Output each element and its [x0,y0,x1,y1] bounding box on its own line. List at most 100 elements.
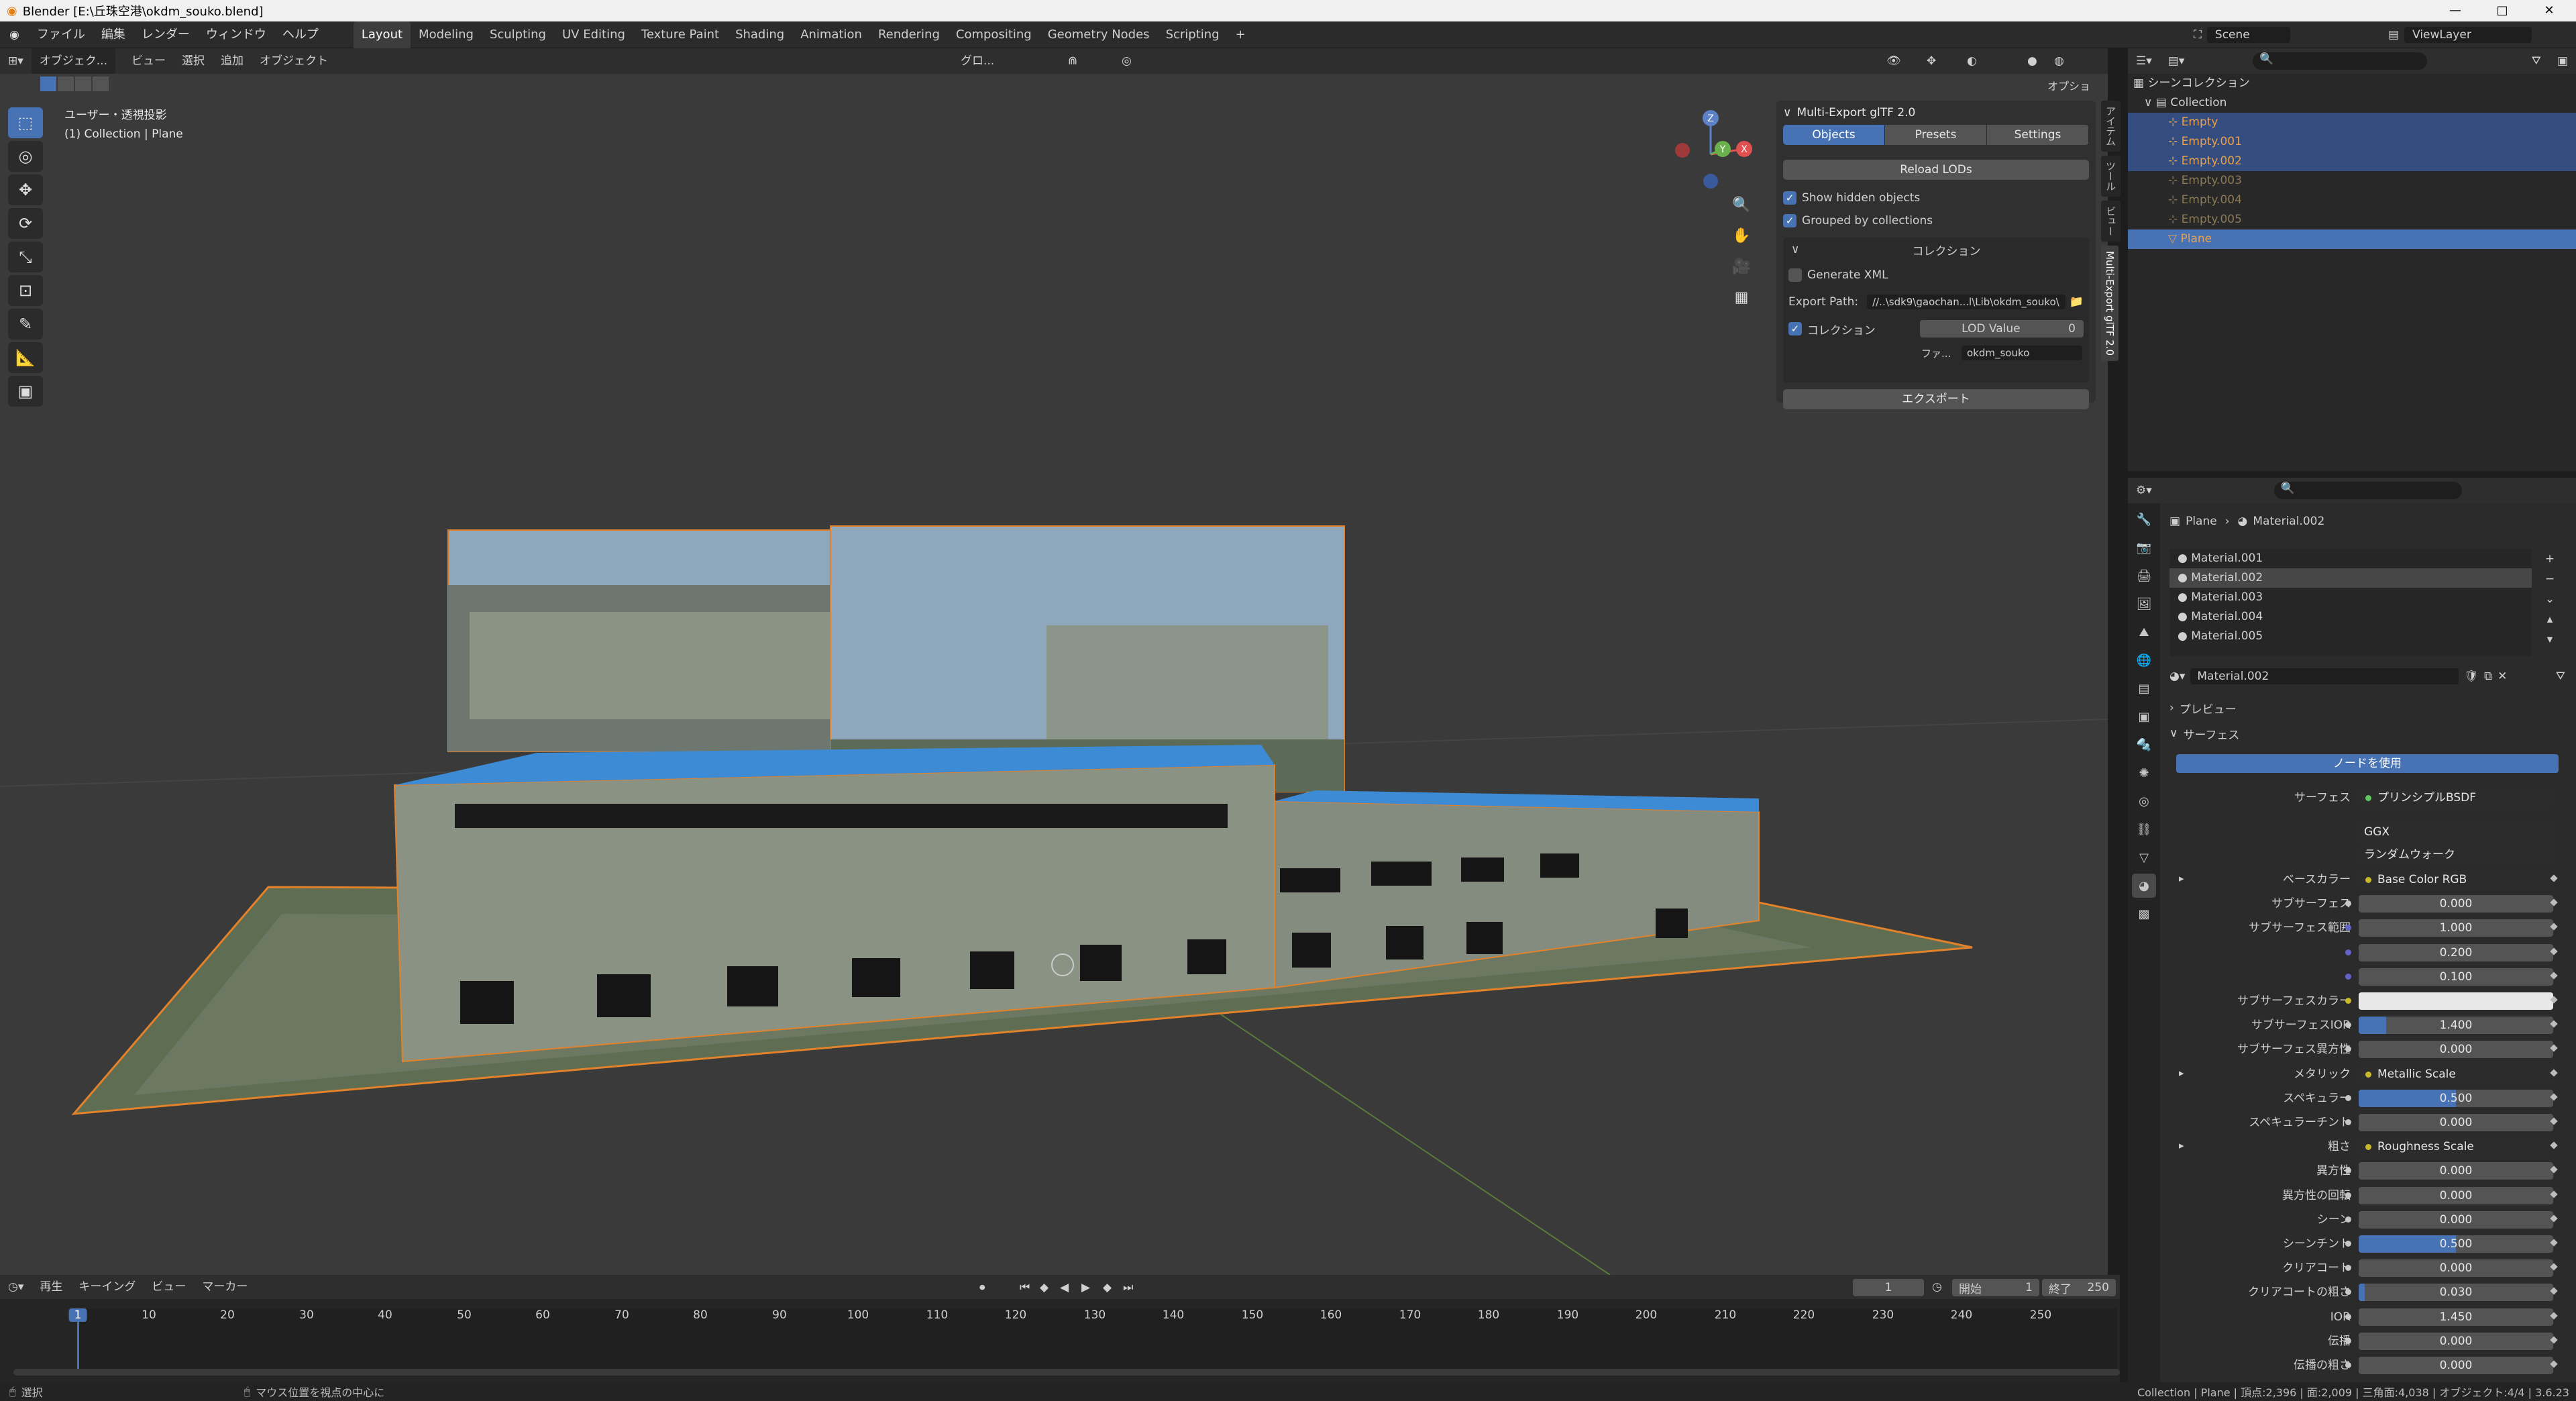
surface-panel-header[interactable]: ∨ サーフェス [2169,723,2239,743]
tab-uv-editing[interactable]: UV Editing [554,21,633,48]
scale-tool-icon[interactable]: ⤡ [8,242,43,272]
bsdf-input-field[interactable]: 0.000 [2359,895,2553,913]
collection-check-icon[interactable]: ✓ [1788,322,1802,335]
physics-tab-icon[interactable]: ◎ [2132,789,2156,813]
end-frame-field[interactable]: 終了 250 [2042,1279,2116,1296]
output-tab-icon[interactable]: 🖨 [2132,564,2156,588]
menu-window[interactable]: ウィンドウ [198,21,274,48]
bsdf-input-field[interactable]: 0.000 [2359,1357,2553,1374]
panel-collapse-icon[interactable]: ∨ [1783,106,1791,119]
bsdf-input-field[interactable]: 1.450 [2359,1308,2553,1326]
material-slot[interactable]: ● Material.001 [2169,549,2532,568]
cursor-tool-icon[interactable]: ◎ [8,141,43,172]
gizmo-toggle-icon[interactable]: ✥ [1919,48,1944,74]
bsdf-input-field[interactable]: 0.000 [2359,1114,2553,1131]
expand-arrow-icon[interactable]: ▸ [2179,1067,2184,1079]
tab-layout[interactable]: Layout [353,21,411,48]
file-name-field[interactable]: okdm_souko [1962,346,2082,360]
subsurface-method-dropdown[interactable]: ランダムウォーク [2359,846,2553,864]
export-path-field[interactable]: //..\sdk9\gaochan...l\Lib\okdm_souko\ [1867,295,2065,309]
collection-tab-icon[interactable]: ▤ [2132,676,2156,701]
outliner-item[interactable]: ⊹ Empty.002 [2128,152,2576,171]
viewlayer-selector[interactable]: ▤ ViewLayer [2388,21,2532,48]
shading-material-icon[interactable]: ◍ [2046,48,2072,74]
gizmo-z[interactable]: Z [1707,113,1714,124]
data-tab-icon[interactable]: ▽ [2132,845,2156,870]
socket-icon[interactable] [2345,974,2351,980]
bsdf-input-field[interactable]: 0.000 [2359,1211,2553,1229]
socket-icon[interactable] [2345,1338,2351,1344]
outliner-item[interactable]: ⊹ Empty [2128,113,2576,132]
tab-rendering[interactable]: Rendering [870,21,948,48]
move-tool-icon[interactable]: ✥ [8,174,43,205]
bsdf-input-field[interactable]: 0.000 [2359,1187,2553,1204]
filter-icon[interactable]: ⛛ [2524,48,2549,74]
outliner-item[interactable]: ⊹ Empty.001 [2128,132,2576,152]
grouped-checkbox[interactable]: ✓ Grouped by collections [1776,209,2096,232]
editor-type-icon[interactable]: ⊞▾ [0,48,32,74]
tab-texture-paint[interactable]: Texture Paint [633,21,727,48]
menu-keying[interactable]: キーイング [70,1274,144,1300]
rotate-tool-icon[interactable]: ⟳ [8,208,43,239]
bsdf-input-field[interactable]: 1.000 [2359,919,2553,937]
socket-icon[interactable] [2345,1022,2351,1028]
add-cube-tool-icon[interactable]: ▣ [8,376,43,407]
editor-type-icon[interactable]: ⚙▾ [2128,478,2160,503]
move-up-icon[interactable]: ▴ [2540,609,2560,629]
outliner-item[interactable]: ⊹ Empty.003 [2128,171,2576,191]
overlay-toggle-icon[interactable]: ◐ [1959,48,1985,74]
blender-menu-icon[interactable]: ◉ [0,28,29,42]
view-layer-tab-icon[interactable]: 🖼 [2132,592,2156,616]
minimize-button[interactable]: — [2435,0,2475,21]
jump-end-icon[interactable]: ⏭ [1115,1275,1141,1300]
gizmo-y[interactable]: Y [1719,144,1726,155]
material-tab-icon[interactable]: ◕ [2132,874,2156,898]
socket-icon[interactable] [2345,1289,2351,1295]
tab-objects[interactable]: Objects [1783,125,1885,145]
material-slot[interactable]: ● Material.003 [2169,588,2532,607]
outliner-search-input[interactable]: 🔍 [2253,52,2428,70]
lod-value-field[interactable]: LOD Value 0 [1920,320,2084,338]
socket-icon[interactable] [2345,1046,2351,1052]
menu-view[interactable]: ビュー [123,48,174,74]
slot-menu-icon[interactable]: ⌄ [2540,589,2560,609]
modifier-tab-icon[interactable]: 🔩 [2132,733,2156,757]
menu-playback[interactable]: 再生 [32,1274,70,1300]
export-button[interactable]: エクスポート [1783,389,2089,409]
gizmo-x[interactable]: X [1741,144,1748,155]
socket-icon[interactable] [2345,1314,2351,1320]
sidebar-tab-item[interactable]: アイテム [2101,101,2121,152]
bsdf-input-field[interactable] [2359,992,2553,1010]
ortho-grid-icon[interactable]: ▦ [1725,283,1758,311]
tab-settings[interactable]: Settings [1987,125,2089,145]
socket-icon[interactable] [2345,1168,2351,1174]
bsdf-input-field[interactable]: 0.500 [2359,1235,2553,1253]
scene-selector[interactable]: ⛶ Scene [2194,21,2290,48]
select-extend-icon[interactable] [58,76,74,91]
world-tab-icon[interactable]: 🌐 [2132,648,2156,672]
bsdf-input-field[interactable]: 0.030 [2359,1284,2553,1301]
visibility-icon[interactable]: 👁 [1878,48,1909,74]
material-slot[interactable]: ● Material.004 [2169,607,2532,627]
bsdf-input-field[interactable]: 0.200 [2359,944,2553,962]
maximize-button[interactable]: □ [2482,0,2522,21]
bsdf-input-field[interactable]: 1.400 [2359,1017,2553,1034]
tab-modeling[interactable]: Modeling [411,21,482,48]
zoom-icon[interactable]: 🔍 [1725,191,1758,219]
socket-icon[interactable] [2345,1119,2351,1125]
use-nodes-button[interactable]: ノードを使用 [2176,754,2559,773]
menu-marker[interactable]: マーカー [194,1274,256,1300]
socket-icon[interactable] [2345,1362,2351,1368]
sidebar-tab-view[interactable]: ビュー [2101,201,2121,242]
tab-geometry-nodes[interactable]: Geometry Nodes [1040,21,1158,48]
proportional-icon[interactable]: ◎ [1114,48,1140,74]
socket-icon[interactable] [2345,1192,2351,1198]
folder-icon[interactable]: 📁 [2070,295,2084,309]
constraints-tab-icon[interactable]: ⛓ [2132,817,2156,841]
bsdf-input-field[interactable]: Metallic Scale [2359,1066,2553,1083]
distribution-dropdown[interactable]: GGX [2359,823,2553,841]
tab-scripting[interactable]: Scripting [1158,21,1228,48]
bsdf-input-field[interactable]: Base Color RGB [2359,871,2553,888]
material-slot-active[interactable]: ● Material.002 [2169,568,2532,588]
timeline-scrollbar[interactable] [13,1369,2120,1376]
